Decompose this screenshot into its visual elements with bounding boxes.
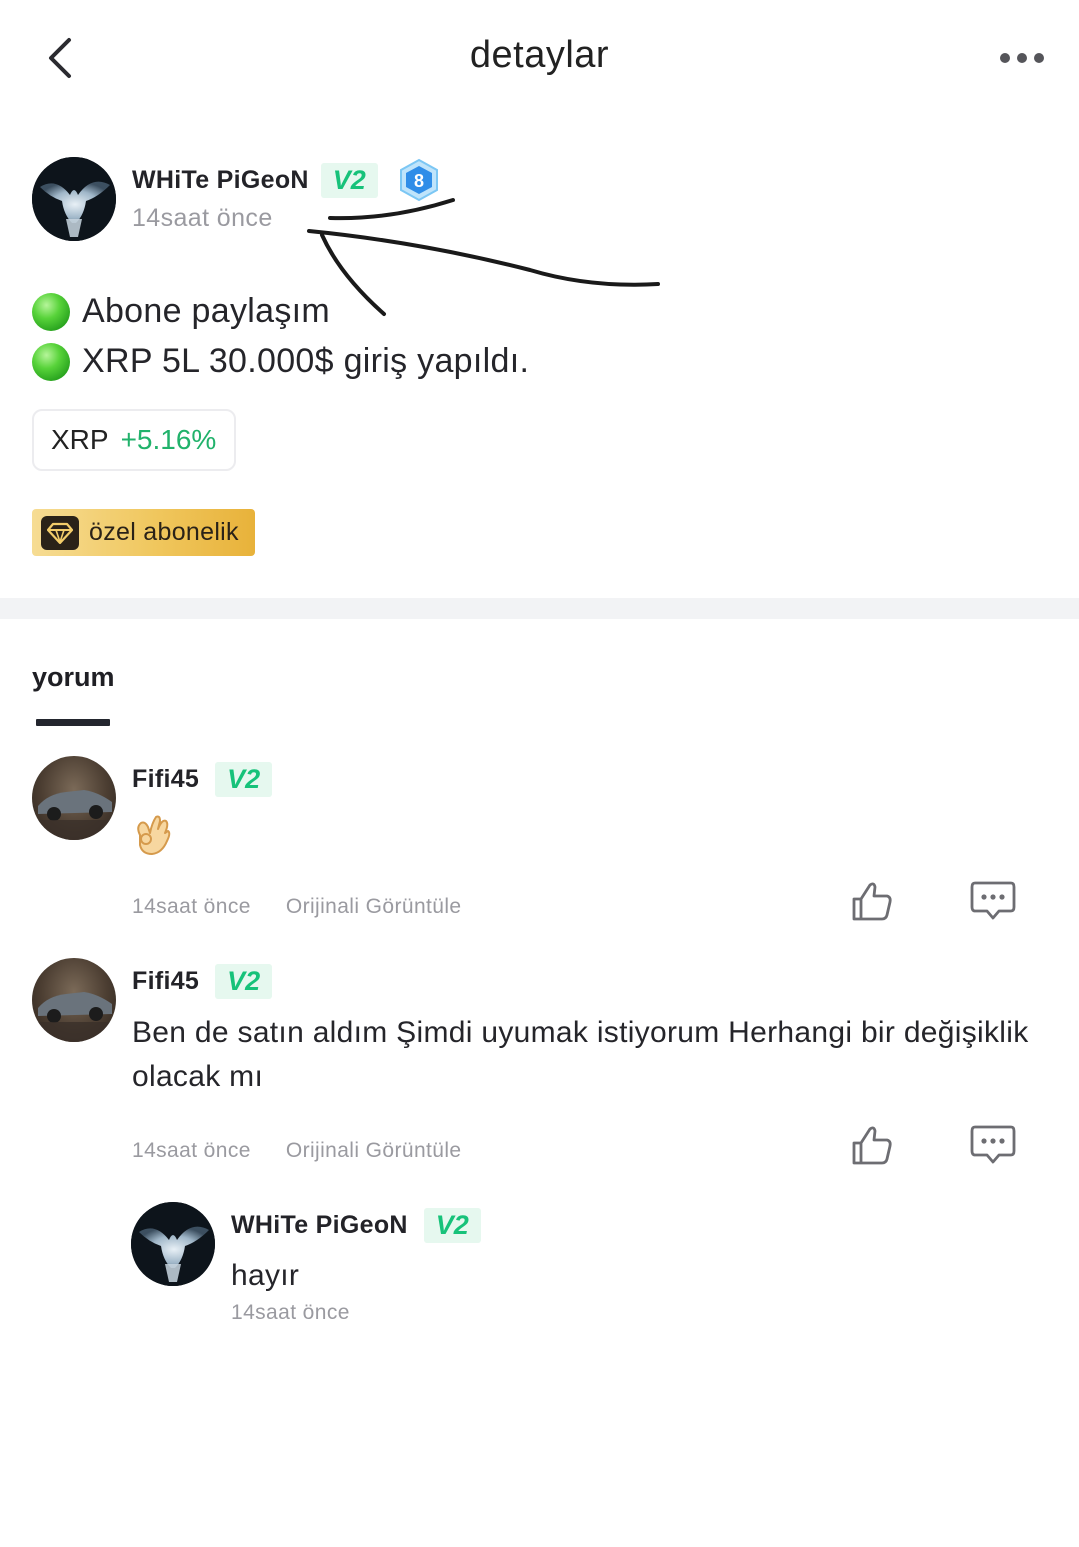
post-line-2-text: XRP 5L 30.000$ giriş yapıldı. [82, 342, 530, 380]
post-time: 14saat önce [132, 204, 273, 232]
hand-drawn-arrow-annotation [307, 198, 660, 316]
reply-meta: 14saat önce [231, 1301, 350, 1325]
like-button[interactable] [847, 1121, 897, 1169]
comment-bubble-icon [970, 881, 1016, 920]
dove-avatar-image [131, 1202, 215, 1286]
reply-button[interactable] [968, 877, 1018, 925]
author-name[interactable]: WHiTe PiGeoN [132, 166, 309, 195]
commenter-avatar[interactable] [32, 958, 116, 1042]
tab-active-indicator [36, 719, 110, 726]
reply-button[interactable] [968, 1121, 1018, 1169]
reply-time: 14saat önce [231, 1301, 350, 1324]
coin-symbol: XRP [51, 424, 109, 455]
vip-badge: V2 [320, 162, 378, 198]
comment-author-line: Fifi45 V2 [132, 762, 273, 797]
reply-author-avatar[interactable] [131, 1202, 215, 1286]
comment-author-line: Fifi45 V2 [132, 964, 273, 999]
comment-author-name[interactable]: Fifi45 [132, 967, 199, 996]
level-badge: 8 [398, 158, 440, 202]
vip-badge: V2 [215, 964, 273, 999]
author-line: WHiTe PiGeoN V2 8 [132, 158, 440, 202]
post-line-2: XRP 5L 30.000$ giriş yapıldı. [32, 342, 529, 381]
premium-subscription-tag[interactable]: özel abonelik [32, 509, 255, 556]
comment-meta: 14saat önce Orijinali Görüntüle [132, 895, 462, 919]
coin-change: +5.16% [120, 424, 217, 455]
more-horizontal-icon [1000, 53, 1044, 63]
car-avatar-image [32, 992, 116, 1042]
page-title: detaylar [469, 34, 610, 76]
dove-avatar-image [32, 157, 116, 241]
comment-time: 14saat önce [132, 895, 251, 918]
green-circle-icon [32, 292, 70, 331]
comment-time: 14saat önce [132, 1139, 251, 1162]
svg-text:8: 8 [414, 171, 424, 191]
post-line-1: Abone paylaşım [32, 292, 330, 331]
like-button[interactable] [847, 877, 897, 925]
premium-label: özel abonelik [89, 518, 239, 546]
comment-text: Ben de satın aldım Şimdi uyumak istiyoru… [132, 1016, 1029, 1093]
comment-meta: 14saat önce Orijinali Görüntüle [132, 1139, 462, 1163]
top-bar: detaylar [0, 0, 1079, 115]
vip-badge: V2 [215, 762, 273, 797]
thumbs-up-icon [852, 1126, 892, 1165]
reply-author-name[interactable]: WHiTe PiGeoN [231, 1211, 408, 1240]
post-line-1-text: Abone paylaşım [82, 292, 331, 330]
reply-text: hayır [231, 1259, 300, 1292]
green-circle-icon [32, 342, 70, 381]
car-avatar-image [32, 790, 116, 840]
vip-badge: V2 [423, 1208, 481, 1243]
view-original-link[interactable]: Orijinali Görüntüle [286, 1139, 462, 1163]
comment-bubble-icon [970, 1125, 1016, 1164]
hexagon-level-icon: 8 [399, 158, 438, 202]
ok-hand-emoji-icon [137, 815, 171, 855]
coin-chip[interactable]: XRP +5.16% [32, 409, 236, 471]
commenter-avatar[interactable] [32, 756, 116, 840]
more-options-button[interactable] [997, 40, 1049, 76]
thumbs-up-icon [852, 882, 892, 921]
section-divider [0, 598, 1079, 619]
diamond-icon [41, 515, 79, 550]
author-avatar[interactable] [32, 157, 116, 241]
comment-author-name[interactable]: Fifi45 [132, 765, 199, 794]
view-original-link[interactable]: Orijinali Görüntüle [286, 895, 462, 919]
tab-comments[interactable]: yorum [32, 662, 115, 693]
reply-author-line: WHiTe PiGeoN V2 [231, 1208, 481, 1243]
